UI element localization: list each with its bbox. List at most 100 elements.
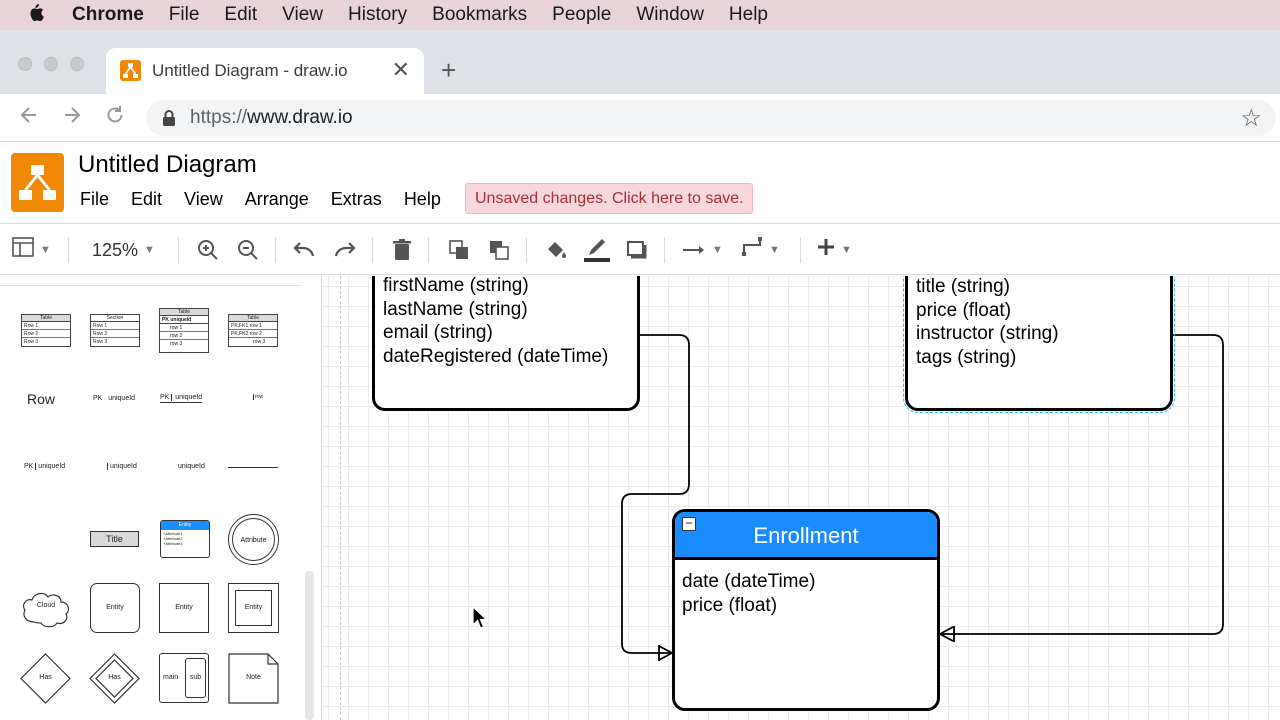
reload-icon[interactable]: [104, 104, 126, 132]
menu-people[interactable]: People: [552, 4, 611, 26]
url-text[interactable]: https://www.draw.io: [190, 107, 353, 129]
menu-edit[interactable]: Edit: [224, 4, 257, 26]
zoom-dropdown[interactable]: 125% ▼: [92, 235, 155, 265]
unique-id-label: uniqueId: [171, 394, 203, 401]
menu-file[interactable]: File: [169, 4, 200, 26]
shadow-icon[interactable]: [626, 235, 648, 265]
fk-label: PK,FK2: [231, 331, 249, 337]
unsaved-changes-button[interactable]: Unsaved changes. Click here to save.: [465, 183, 753, 214]
shape-pk-table[interactable]: Table PK uniqueId row 1 row 2 row 3: [159, 308, 209, 353]
to-front-icon[interactable]: [448, 235, 470, 265]
shape-entity-attrs: +Attribute1 +Attribute2 +Attribute3: [161, 530, 209, 547]
shape-identifying-relationship[interactable]: Has: [89, 653, 140, 704]
shape-line[interactable]: [228, 467, 278, 468]
arrow-right-icon: [682, 239, 706, 262]
shape-row-small[interactable]: row: [253, 394, 263, 400]
unique-id-label: uniqueId: [35, 463, 66, 470]
apple-icon[interactable]: [28, 3, 50, 27]
shape-entity-table[interactable]: Entity +Attribute1 +Attribute2 +Attribut…: [160, 520, 210, 558]
shape-weak-entity[interactable]: Entity: [228, 583, 279, 633]
shape-table-row: Row 2: [22, 330, 70, 338]
waypoint-elbow-icon: [741, 237, 763, 263]
address-bar[interactable]: https://www.draw.io ☆: [146, 100, 1276, 136]
app-menu-help[interactable]: Help: [404, 189, 441, 210]
chevron-down-icon: ▼: [40, 244, 51, 256]
shape-fk-table[interactable]: Table PK,FK1 row 1 PK,FK2 row 2 row 3: [228, 314, 278, 347]
entity-course-selected[interactable]: title (string) price (float) instructor …: [903, 276, 1175, 413]
close-tab-icon[interactable]: ✕: [392, 57, 410, 83]
shape-pk-row-underlined[interactable]: PK uniqueId: [160, 394, 203, 403]
row-label: row 2: [249, 331, 262, 337]
entity-student[interactable]: firstName (string) lastName (string) ema…: [372, 276, 640, 411]
drawio-logo-icon[interactable]: [11, 153, 64, 212]
shape-unique-id[interactable]: uniqueId: [178, 463, 205, 470]
shape-table[interactable]: Table Row 1 Row 2 Row 3: [21, 314, 71, 347]
shape-main-label: main: [163, 674, 179, 681]
shape-main-sub[interactable]: main sub: [159, 653, 209, 703]
shape-entity-rounded[interactable]: Entity: [90, 583, 140, 633]
format-panel-button[interactable]: ▼: [12, 235, 51, 265]
shape-key-unique[interactable]: uniqueId: [107, 463, 137, 470]
entity-enrollment-header[interactable]: − Enrollment: [675, 512, 937, 560]
shape-relationship-label: Has: [39, 674, 52, 681]
browser-tab[interactable]: Untitled Diagram - draw.io ✕: [106, 48, 424, 94]
lock-icon[interactable]: [162, 109, 176, 127]
forward-icon[interactable]: [61, 104, 83, 132]
shape-relationship[interactable]: Has: [20, 653, 71, 704]
shape-pk-key[interactable]: PK uniqueId: [24, 463, 66, 470]
app-menu-extras[interactable]: Extras: [331, 189, 382, 210]
shape-title[interactable]: Title: [90, 531, 139, 547]
menu-chrome[interactable]: Chrome: [72, 4, 144, 26]
insert-dropdown[interactable]: ▼: [817, 235, 852, 265]
minimize-window-button[interactable]: [44, 57, 58, 71]
close-window-button[interactable]: [18, 57, 32, 71]
sidebar-scrollbar[interactable]: [305, 571, 314, 720]
new-tab-icon[interactable]: +: [441, 57, 456, 83]
shape-table-row: row 3: [170, 341, 183, 347]
zoom-in-icon[interactable]: [197, 235, 219, 265]
app-menu-arrange[interactable]: Arrange: [245, 189, 309, 210]
menu-view[interactable]: View: [282, 4, 323, 26]
attribute-price: price (float): [682, 594, 778, 616]
entity-student-attributes[interactable]: firstName (string) lastName (string) ema…: [383, 276, 608, 368]
app-menu-file[interactable]: File: [80, 189, 109, 210]
connection-style-dropdown[interactable]: ▼: [682, 235, 723, 265]
to-back-icon[interactable]: [488, 235, 510, 265]
waypoints-dropdown[interactable]: ▼: [741, 235, 780, 265]
zoom-out-icon[interactable]: [237, 235, 259, 265]
menu-bookmarks[interactable]: Bookmarks: [432, 4, 527, 26]
shape-section-table[interactable]: Section Row 1 Row 2 Row 3: [90, 314, 140, 347]
shape-cloud[interactable]: Cloud: [20, 586, 72, 630]
line-color-icon[interactable]: [583, 235, 611, 265]
delete-trash-icon[interactable]: [392, 235, 412, 265]
undo-icon[interactable]: [292, 235, 316, 265]
shape-table-row: row 2: [160, 332, 208, 340]
zoom-window-button[interactable]: [70, 57, 84, 71]
menu-window[interactable]: Window: [636, 4, 704, 26]
app-menu-view[interactable]: View: [184, 189, 223, 210]
shape-pk-row[interactable]: PK uniqueId: [93, 395, 135, 402]
entity-enrollment[interactable]: − Enrollment date (dateTime) price (floa…: [672, 509, 940, 711]
shape-table-header: Table: [160, 309, 208, 316]
shape-entity[interactable]: Entity: [159, 583, 209, 633]
tab-title: Untitled Diagram - draw.io: [152, 61, 348, 80]
app-menu-edit[interactable]: Edit: [131, 189, 162, 210]
bookmark-star-icon[interactable]: ☆: [1240, 104, 1262, 133]
fill-color-icon[interactable]: [545, 235, 567, 265]
entity-enrollment-attributes[interactable]: date (dateTime) price (float): [682, 570, 815, 617]
menu-history[interactable]: History: [348, 4, 407, 26]
shape-note[interactable]: Note: [228, 653, 279, 704]
document-title[interactable]: Untitled Diagram: [78, 151, 257, 179]
diagram-canvas[interactable]: firstName (string) lastName (string) ema…: [323, 276, 1280, 720]
menu-help[interactable]: Help: [729, 4, 768, 26]
shape-attribute[interactable]: Attribute: [228, 514, 279, 565]
redo-icon[interactable]: [333, 235, 357, 265]
zoom-level: 125%: [92, 239, 139, 260]
panel-layout-icon: [12, 237, 34, 263]
entity-course-attributes[interactable]: title (string) price (float) instructor …: [916, 276, 1059, 369]
shape-identifying-relationship-label: Has: [108, 674, 121, 681]
back-icon[interactable]: [18, 104, 40, 132]
attribute-price: price (float): [916, 299, 1012, 321]
shape-row[interactable]: Row: [27, 391, 55, 407]
toolbar-divider: [428, 237, 429, 263]
